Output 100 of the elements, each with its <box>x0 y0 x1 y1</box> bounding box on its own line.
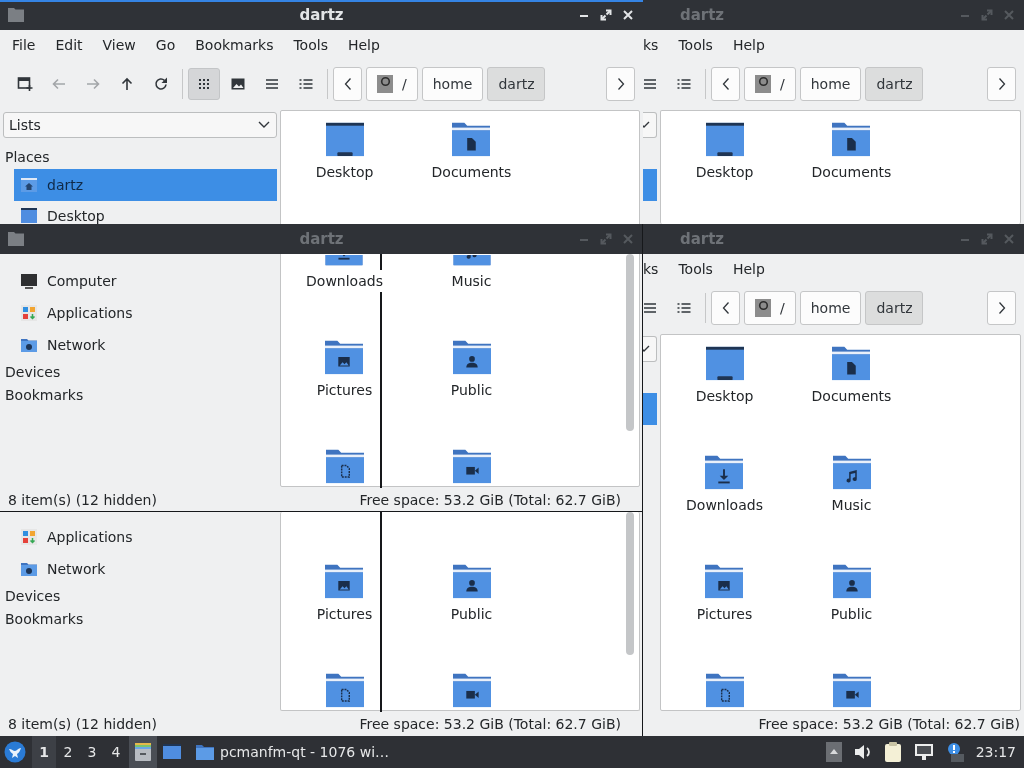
menu-item[interactable]: Tools <box>668 37 723 53</box>
workspace-button[interactable]: 4 <box>104 736 128 768</box>
path-button[interactable]: dartz <box>865 291 924 325</box>
task-button[interactable]: pcmanfm-qt - 1076 wi… <box>190 736 396 768</box>
sidebar-heading: Places <box>4 148 50 167</box>
dropdown[interactable] <box>643 336 657 362</box>
monitor-icon <box>20 272 38 290</box>
notification-icon[interactable] <box>945 742 964 762</box>
menu-item[interactable]: Bookmarks <box>185 37 284 53</box>
menu-item[interactable]: Help <box>722 37 775 53</box>
volume-icon[interactable] <box>853 744 872 760</box>
folder-item[interactable]: Downloads <box>686 453 763 515</box>
sidebar-item[interactable]: Computer <box>14 265 277 297</box>
chevron-left-icon <box>343 77 352 91</box>
status-text: 8 item(s) (12 hidden) <box>8 716 157 732</box>
workspace-button[interactable]: 2 <box>56 736 80 768</box>
folder-item[interactable]: Documents <box>811 344 892 406</box>
menu-item[interactable]: ks <box>643 261 669 277</box>
folder-item[interactable]: Public <box>450 338 493 400</box>
start-menu-icon[interactable] <box>4 741 26 763</box>
scroll-right-button[interactable] <box>987 291 1016 325</box>
folder-item[interactable]: Documents <box>811 120 892 182</box>
menu-item[interactable]: Edit <box>45 37 93 53</box>
chevron-right-icon <box>997 301 1006 315</box>
path-button[interactable]: home <box>421 67 484 101</box>
display-icon <box>323 120 366 158</box>
folder-item[interactable]: Desktop <box>695 120 754 182</box>
folder-item[interactable]: Pictures <box>316 562 373 624</box>
folder-item[interactable]: Desktop <box>315 120 374 182</box>
network-folder-icon <box>20 336 38 354</box>
sidebar-item[interactable]: Network <box>14 553 277 585</box>
folder-item[interactable]: Public <box>830 562 873 624</box>
dropdown[interactable]: Lists <box>3 112 277 138</box>
up-arrow-icon <box>119 76 135 92</box>
menu-item[interactable]: View <box>92 37 146 53</box>
scroll-right-button[interactable] <box>606 67 635 101</box>
scroll-right-button[interactable] <box>987 67 1016 101</box>
close-icon <box>1003 233 1015 245</box>
folder-icon <box>450 562 493 600</box>
network-folder-icon <box>20 560 38 578</box>
scrollbar-thumb[interactable] <box>626 512 634 655</box>
folder-item[interactable]: Pictures <box>696 562 753 624</box>
path-button[interactable]: / <box>366 67 418 101</box>
icon-view-button[interactable] <box>188 68 220 100</box>
path-button[interactable]: home <box>799 291 862 325</box>
folder-icon[interactable] <box>703 671 746 709</box>
scrollbar-thumb[interactable] <box>626 254 634 431</box>
folder-icon <box>8 232 24 246</box>
folder-item[interactable]: Music <box>830 453 873 515</box>
folder-item[interactable]: Documents <box>431 120 512 182</box>
window-title: dartz <box>299 230 344 248</box>
menu-item[interactable]: Help <box>722 261 775 277</box>
folder-icon[interactable] <box>323 447 366 485</box>
folder-icon[interactable] <box>450 447 493 485</box>
path-button[interactable]: dartz <box>865 67 924 101</box>
folder-item[interactable]: Public <box>450 562 493 624</box>
workspace-button[interactable]: 3 <box>80 736 104 768</box>
folder-icon <box>323 338 366 376</box>
applications-icon <box>20 304 38 322</box>
sidebar-item[interactable]: Network <box>14 329 277 361</box>
sidebar-item[interactable]: dartz <box>14 169 277 201</box>
workspace-button[interactable]: 1 <box>32 736 56 768</box>
folder-icon[interactable] <box>830 671 873 709</box>
dropdown[interactable] <box>643 112 657 138</box>
folder-icon <box>830 120 873 158</box>
menu-item[interactable]: Help <box>337 37 390 53</box>
chevron-left-icon <box>721 301 730 315</box>
clock[interactable]: 23:17 <box>975 744 1016 760</box>
menu-item[interactable]: Tools <box>668 261 723 277</box>
scroll-left-button[interactable] <box>711 67 740 101</box>
path-button[interactable]: dartz <box>487 67 546 101</box>
sidebar-item[interactable]: Desktop <box>14 201 277 224</box>
folder-icon <box>196 744 214 760</box>
sidebar-item[interactable]: Applications <box>14 297 277 329</box>
chevron-right-icon <box>997 77 1006 91</box>
sidebar-heading: Bookmarks <box>4 610 84 629</box>
folder-item[interactable]: Pictures <box>316 338 373 400</box>
path-button[interactable]: / <box>744 67 796 101</box>
window-title: dartz <box>679 6 725 24</box>
network-icon[interactable] <box>913 743 934 761</box>
detailed-list-icon <box>676 76 692 92</box>
folder-item[interactable]: Desktop <box>695 344 754 406</box>
detailed-list-icon <box>298 76 314 92</box>
display-icon <box>703 344 746 382</box>
launcher-button[interactable] <box>129 736 157 768</box>
close-icon <box>622 233 634 245</box>
menu-item[interactable]: Tools <box>283 37 338 53</box>
menu-item[interactable]: Go <box>145 37 186 53</box>
clipboard-icon[interactable] <box>883 742 902 762</box>
restore-icon <box>600 9 612 21</box>
menu-item[interactable]: ks <box>643 37 669 53</box>
grid-icon <box>196 76 212 92</box>
path-button[interactable]: / <box>744 291 796 325</box>
menu-item[interactable]: File <box>2 37 46 53</box>
scroll-left-button[interactable] <box>711 291 740 325</box>
scroll-left-button[interactable] <box>333 67 362 101</box>
sidebar-item[interactable]: Applications <box>14 521 277 553</box>
folder-icon[interactable] <box>323 671 366 709</box>
path-button[interactable]: home <box>799 67 862 101</box>
folder-icon[interactable] <box>450 671 493 709</box>
